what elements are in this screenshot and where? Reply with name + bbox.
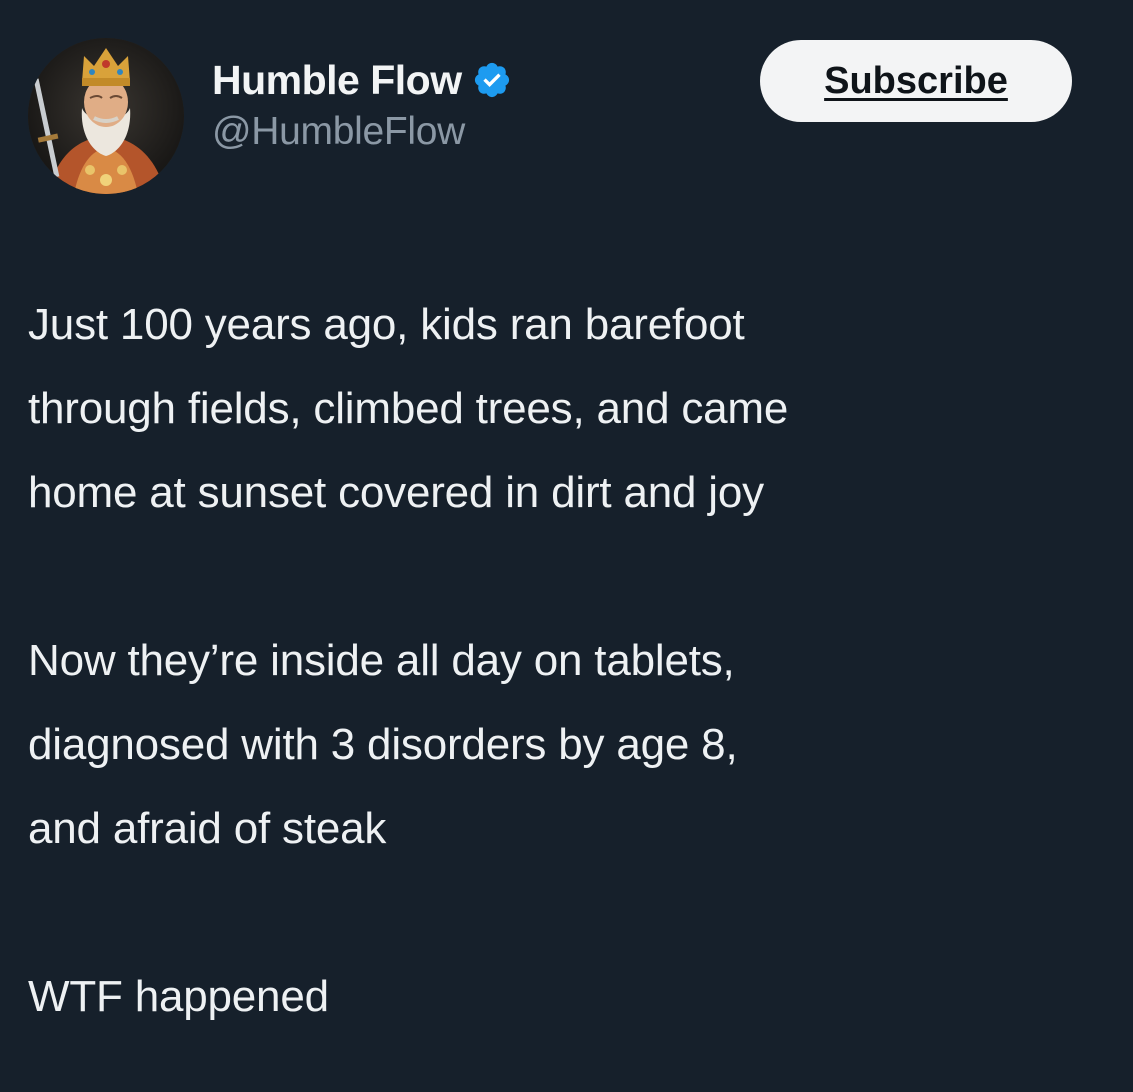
subscribe-button[interactable]: Subscribe	[760, 40, 1072, 122]
tweet-card: Humble Flow @HumbleFlow Subscribe Just 1…	[0, 0, 1133, 1092]
avatar-portrait-image	[28, 38, 184, 194]
tweet-text: Just 100 years ago, kids ran barefoot th…	[28, 283, 1118, 1039]
author-handle[interactable]: @HumbleFlow	[212, 110, 512, 154]
author-display-name[interactable]: Humble Flow	[212, 57, 462, 104]
avatar[interactable]	[28, 38, 184, 194]
tweet-paragraph-2: Now they’re inside all day on tablets, d…	[28, 636, 738, 853]
verified-badge-icon[interactable]	[472, 60, 512, 100]
author-name-row: Humble Flow	[212, 52, 512, 108]
tweet-paragraph-1: Just 100 years ago, kids ran barefoot th…	[28, 300, 789, 517]
author-block: Humble Flow @HumbleFlow	[212, 52, 512, 154]
tweet-paragraph-3: WTF happened	[28, 972, 329, 1021]
